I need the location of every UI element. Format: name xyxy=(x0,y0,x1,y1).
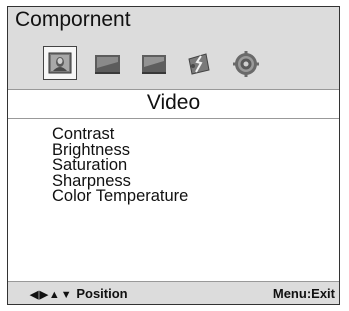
position-hint: ◀▶▲▼ Position xyxy=(30,286,128,301)
screen-icon[interactable] xyxy=(91,46,125,80)
position-label: Position xyxy=(76,286,128,301)
menu-title: Compornent xyxy=(15,8,131,31)
osd-menu-panel: Compornent Video Contrast Brightness Sat… xyxy=(7,6,340,305)
arrow-keys-icon: ◀▶▲▼ xyxy=(30,289,73,301)
tools-icon[interactable] xyxy=(182,46,216,80)
menu-item-color-temperature[interactable]: Color Temperature xyxy=(52,188,188,205)
category-icon-bar xyxy=(8,33,339,90)
video-settings-list: Contrast Brightness Saturation Sharpness… xyxy=(52,126,188,205)
picture-icon[interactable] xyxy=(43,46,77,80)
title-bar: Compornent xyxy=(8,7,339,33)
exit-hint: Menu:Exit xyxy=(272,286,335,301)
footer-hint-bar: ◀▶▲▼ Position Menu:Exit xyxy=(8,281,339,304)
display-icon[interactable] xyxy=(137,46,171,80)
section-title: Video xyxy=(146,91,201,114)
settings-icon[interactable] xyxy=(229,46,263,80)
divider xyxy=(8,118,339,119)
